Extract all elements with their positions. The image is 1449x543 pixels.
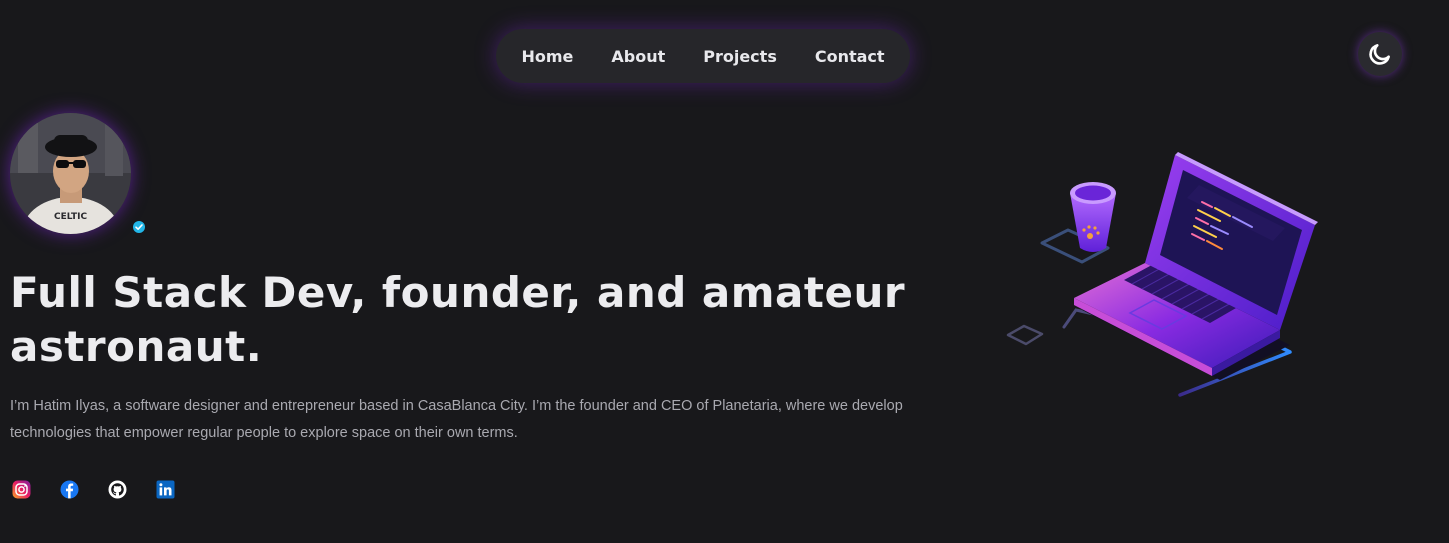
github-link[interactable] <box>108 480 127 499</box>
social-links <box>12 480 175 499</box>
nav-about-link[interactable]: About <box>611 47 665 66</box>
verified-badge-icon <box>133 221 145 233</box>
profile: CELTIC <box>10 113 145 234</box>
instagram-icon <box>12 480 31 499</box>
laptop-illustration <box>1006 152 1318 397</box>
nav-home-link[interactable]: Home <box>521 47 573 66</box>
linkedin-icon <box>156 480 175 499</box>
svg-text:CELTIC: CELTIC <box>54 212 87 222</box>
avatar-photo: CELTIC <box>10 113 131 234</box>
avatar: CELTIC <box>10 113 131 234</box>
nav-projects-link[interactable]: Projects <box>703 47 777 66</box>
hero-bio: I’m Hatim Ilyas, a software designer and… <box>10 398 903 441</box>
github-icon <box>108 480 127 499</box>
moon-icon <box>1369 44 1390 65</box>
theme-toggle-button[interactable] <box>1358 32 1402 76</box>
instagram-link[interactable] <box>12 480 31 499</box>
linkedin-link[interactable] <box>156 480 175 499</box>
facebook-icon <box>60 480 79 499</box>
facebook-link[interactable] <box>60 480 79 499</box>
nav-contact-link[interactable]: Contact <box>815 47 885 66</box>
main-nav: Home About Projects Contact <box>496 29 910 83</box>
hero-headline: Full Stack Dev, founder, and amateur ast… <box>10 268 906 371</box>
page: Home About Projects Contact CELTIC Full … <box>0 0 1449 543</box>
